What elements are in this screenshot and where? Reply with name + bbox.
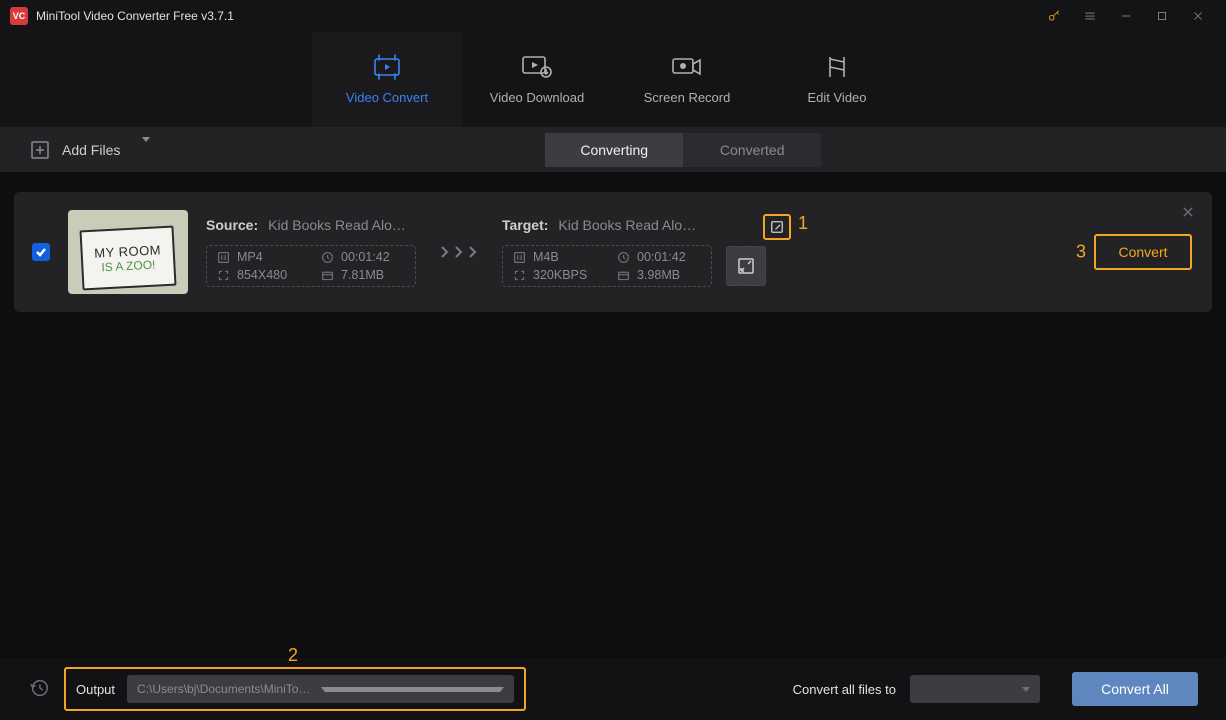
callout-3: 3 bbox=[1076, 242, 1086, 263]
callout-1: 1 bbox=[798, 213, 808, 234]
app-logo: VC bbox=[10, 7, 28, 25]
video-convert-icon bbox=[372, 54, 402, 80]
video-thumbnail[interactable]: MY ROOM IS A ZOO! bbox=[68, 210, 188, 294]
nav-label: Screen Record bbox=[644, 90, 731, 105]
nav-screen-record[interactable]: Screen Record bbox=[612, 32, 762, 127]
target-block: Target: Kid Books Read Alou... 1 M4B 00:… bbox=[502, 217, 766, 287]
remove-file-button[interactable] bbox=[1182, 206, 1194, 221]
video-download-icon bbox=[521, 54, 553, 80]
output-path-block: 2 Output C:\Users\bj\Documents\MiniTool … bbox=[64, 667, 526, 711]
thumb-text-2: IS A ZOO! bbox=[101, 257, 156, 274]
file-checkbox[interactable] bbox=[32, 243, 50, 261]
chevron-down-icon bbox=[321, 687, 504, 692]
minimize-button[interactable] bbox=[1108, 0, 1144, 32]
file-actions: 3 Convert bbox=[1094, 234, 1192, 270]
close-window-button[interactable] bbox=[1180, 0, 1216, 32]
edit-target-button[interactable] bbox=[763, 214, 791, 240]
convert-button[interactable]: Convert bbox=[1094, 234, 1192, 270]
nav-label: Edit Video bbox=[807, 90, 866, 105]
bottom-bar: 2 Output C:\Users\bj\Documents\MiniTool … bbox=[0, 658, 1226, 720]
tab-converting[interactable]: Converting bbox=[545, 133, 683, 167]
target-meta: M4B 00:01:42 320KBPS 3.98MB bbox=[502, 245, 712, 287]
convert-all-button[interactable]: Convert All bbox=[1072, 672, 1198, 706]
nav-video-download[interactable]: Video Download bbox=[462, 32, 612, 127]
source-block: Source: Kid Books Read Alou... MP4 00:01… bbox=[206, 217, 416, 287]
expand-preview-button[interactable] bbox=[726, 246, 766, 286]
maximize-button[interactable] bbox=[1144, 0, 1180, 32]
meta-size: 3.98MB bbox=[617, 268, 701, 282]
callout-2: 2 bbox=[288, 645, 298, 666]
chevron-down-icon bbox=[142, 142, 150, 158]
file-card: MY ROOM IS A ZOO! Source: Kid Books Read… bbox=[14, 192, 1212, 312]
chevron-down-icon bbox=[1022, 687, 1030, 692]
main-nav: Video Convert Video Download Screen Reco… bbox=[0, 32, 1226, 127]
add-files-button[interactable]: Add Files bbox=[30, 140, 150, 160]
output-path-value: C:\Users\bj\Documents\MiniTool Video Con… bbox=[137, 682, 312, 696]
meta-format: M4B bbox=[513, 250, 597, 264]
meta-resolution: 854X480 bbox=[217, 268, 301, 282]
conversion-tabs: Converting Converted bbox=[545, 133, 821, 167]
nav-label: Video Download bbox=[490, 90, 584, 105]
meta-size: 7.81MB bbox=[321, 268, 405, 282]
meta-format: MP4 bbox=[217, 250, 301, 264]
arrow-icon bbox=[434, 245, 484, 259]
target-filename: Kid Books Read Alou... bbox=[558, 217, 698, 233]
source-meta: MP4 00:01:42 854X480 7.81MB bbox=[206, 245, 416, 287]
sub-toolbar: Add Files Converting Converted bbox=[0, 127, 1226, 172]
nav-video-convert[interactable]: Video Convert bbox=[312, 32, 462, 127]
meta-bitrate: 320KBPS bbox=[513, 268, 597, 282]
tab-converted[interactable]: Converted bbox=[683, 133, 821, 167]
app-title: MiniTool Video Converter Free v3.7.1 bbox=[36, 9, 234, 23]
history-icon[interactable] bbox=[28, 677, 50, 702]
output-label: Output bbox=[76, 682, 115, 697]
hamburger-menu-icon[interactable] bbox=[1072, 0, 1108, 32]
add-files-label: Add Files bbox=[62, 142, 120, 158]
meta-duration: 00:01:42 bbox=[617, 250, 701, 264]
source-filename: Kid Books Read Alou... bbox=[268, 217, 408, 233]
license-key-icon[interactable] bbox=[1036, 0, 1072, 32]
nav-edit-video[interactable]: Edit Video bbox=[762, 32, 912, 127]
meta-duration: 00:01:42 bbox=[321, 250, 405, 264]
source-label: Source: bbox=[206, 217, 258, 233]
nav-label: Video Convert bbox=[346, 90, 428, 105]
target-label: Target: bbox=[502, 217, 548, 233]
edit-video-icon bbox=[824, 54, 850, 80]
titlebar: VC MiniTool Video Converter Free v3.7.1 bbox=[0, 0, 1226, 32]
output-path-select[interactable]: C:\Users\bj\Documents\MiniTool Video Con… bbox=[127, 675, 514, 703]
file-list: MY ROOM IS A ZOO! Source: Kid Books Read… bbox=[0, 172, 1226, 332]
target-format-select[interactable] bbox=[910, 675, 1040, 703]
convert-all-label: Convert all files to bbox=[793, 682, 896, 697]
screen-record-icon bbox=[671, 54, 703, 80]
